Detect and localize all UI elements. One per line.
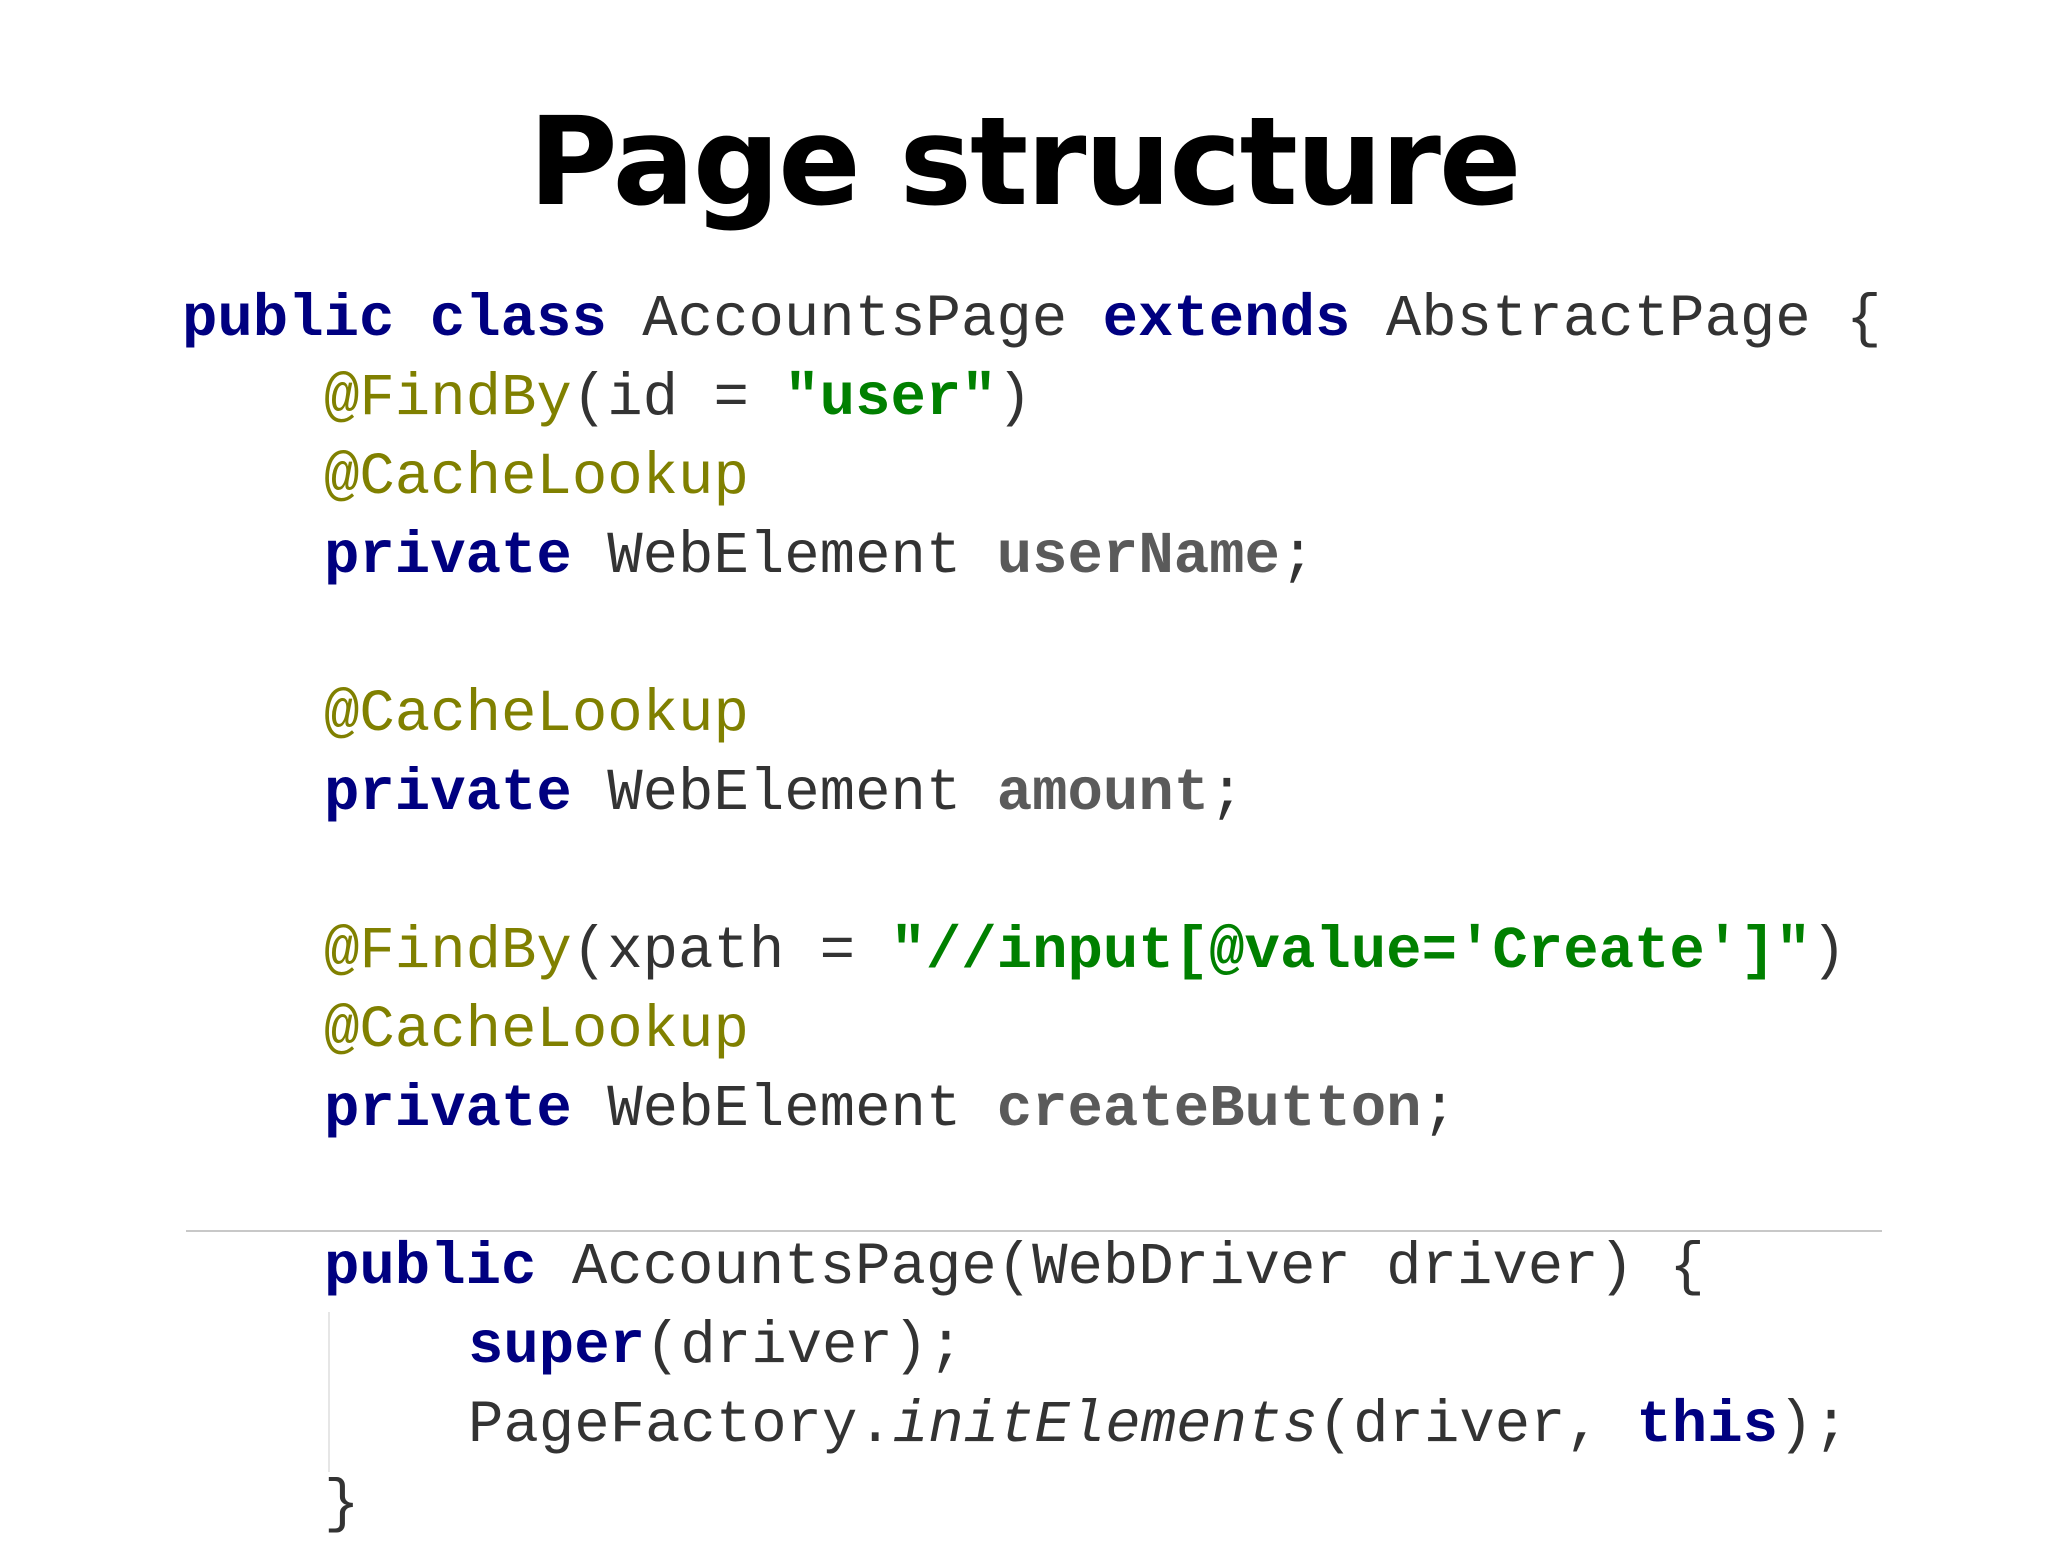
super-args: (driver); bbox=[645, 1313, 964, 1380]
type-webelement: WebElement bbox=[607, 760, 962, 827]
parent-class-name: AbstractPage bbox=[1385, 286, 1811, 353]
init-args-close: ); bbox=[1778, 1392, 1849, 1459]
open-brace: { bbox=[1846, 286, 1882, 353]
findby-args-open: (xpath = bbox=[571, 918, 891, 985]
keyword-private: private bbox=[324, 1076, 572, 1143]
code-line-constructor: public AccountsPage(WebDriver driver) { bbox=[324, 1228, 1705, 1308]
code-line-field-createbutton: private WebElement createButton; bbox=[324, 1070, 1457, 1150]
findby-args-close: ) bbox=[1811, 918, 1847, 985]
code-line-init-elements: PageFactory.initElements(driver, this); bbox=[468, 1386, 1849, 1466]
string-literal-user: "user" bbox=[784, 365, 997, 432]
code-line-class-declaration: public class AccountsPage extends Abstra… bbox=[182, 280, 1882, 360]
field-username: userName bbox=[996, 523, 1280, 590]
keyword-class: class bbox=[429, 286, 607, 353]
close-brace: } bbox=[324, 1471, 360, 1538]
code-line-findby-id: @FindBy(id = "user") bbox=[324, 359, 1032, 439]
keyword-this: this bbox=[1636, 1392, 1779, 1459]
method-initelements: initElements bbox=[892, 1392, 1318, 1459]
constructor-signature: AccountsPage(WebDriver driver) { bbox=[571, 1234, 1705, 1301]
field-amount: amount bbox=[996, 760, 1210, 827]
keyword-public: public bbox=[182, 286, 395, 353]
code-line-field-username: private WebElement userName; bbox=[324, 517, 1315, 597]
findby-args-close: ) bbox=[996, 365, 1033, 432]
findby-args-open: (id = bbox=[571, 365, 785, 432]
code-line-close-brace: } bbox=[324, 1465, 359, 1545]
semicolon: ; bbox=[1421, 1076, 1457, 1143]
indent-guide-line bbox=[328, 1312, 330, 1472]
keyword-public: public bbox=[324, 1234, 537, 1301]
code-line-cachelookup: @CacheLookup bbox=[324, 675, 749, 755]
keyword-extends: extends bbox=[1102, 286, 1351, 353]
type-webelement: WebElement bbox=[607, 1076, 962, 1143]
keyword-super: super bbox=[468, 1313, 646, 1380]
init-args-open: (driver, bbox=[1317, 1392, 1637, 1459]
method-separator-line bbox=[186, 1230, 1882, 1232]
string-literal-xpath: "//input[@value='Create']" bbox=[890, 918, 1812, 985]
code-line-findby-xpath: @FindBy(xpath = "//input[@value='Create'… bbox=[324, 912, 1846, 992]
pagefactory-receiver: PageFactory. bbox=[468, 1392, 893, 1459]
annotation-cachelookup: @CacheLookup bbox=[324, 444, 749, 511]
type-webelement: WebElement bbox=[607, 523, 962, 590]
annotation-findby: @FindBy bbox=[324, 918, 572, 985]
field-createbutton: createButton bbox=[996, 1076, 1422, 1143]
semicolon: ; bbox=[1209, 760, 1245, 827]
code-line-cachelookup: @CacheLookup bbox=[324, 438, 749, 518]
code-line-field-amount: private WebElement amount; bbox=[324, 754, 1245, 834]
code-line-super-call: super(driver); bbox=[468, 1307, 964, 1387]
class-name: AccountsPage bbox=[642, 286, 1068, 353]
annotation-cachelookup: @CacheLookup bbox=[324, 681, 749, 748]
keyword-private: private bbox=[324, 760, 572, 827]
annotation-cachelookup: @CacheLookup bbox=[324, 997, 749, 1064]
annotation-findby: @FindBy bbox=[324, 365, 572, 432]
semicolon: ; bbox=[1279, 523, 1316, 590]
slide-title: Page structure bbox=[528, 91, 1521, 233]
keyword-private: private bbox=[324, 523, 572, 590]
code-line-cachelookup: @CacheLookup bbox=[324, 991, 749, 1071]
